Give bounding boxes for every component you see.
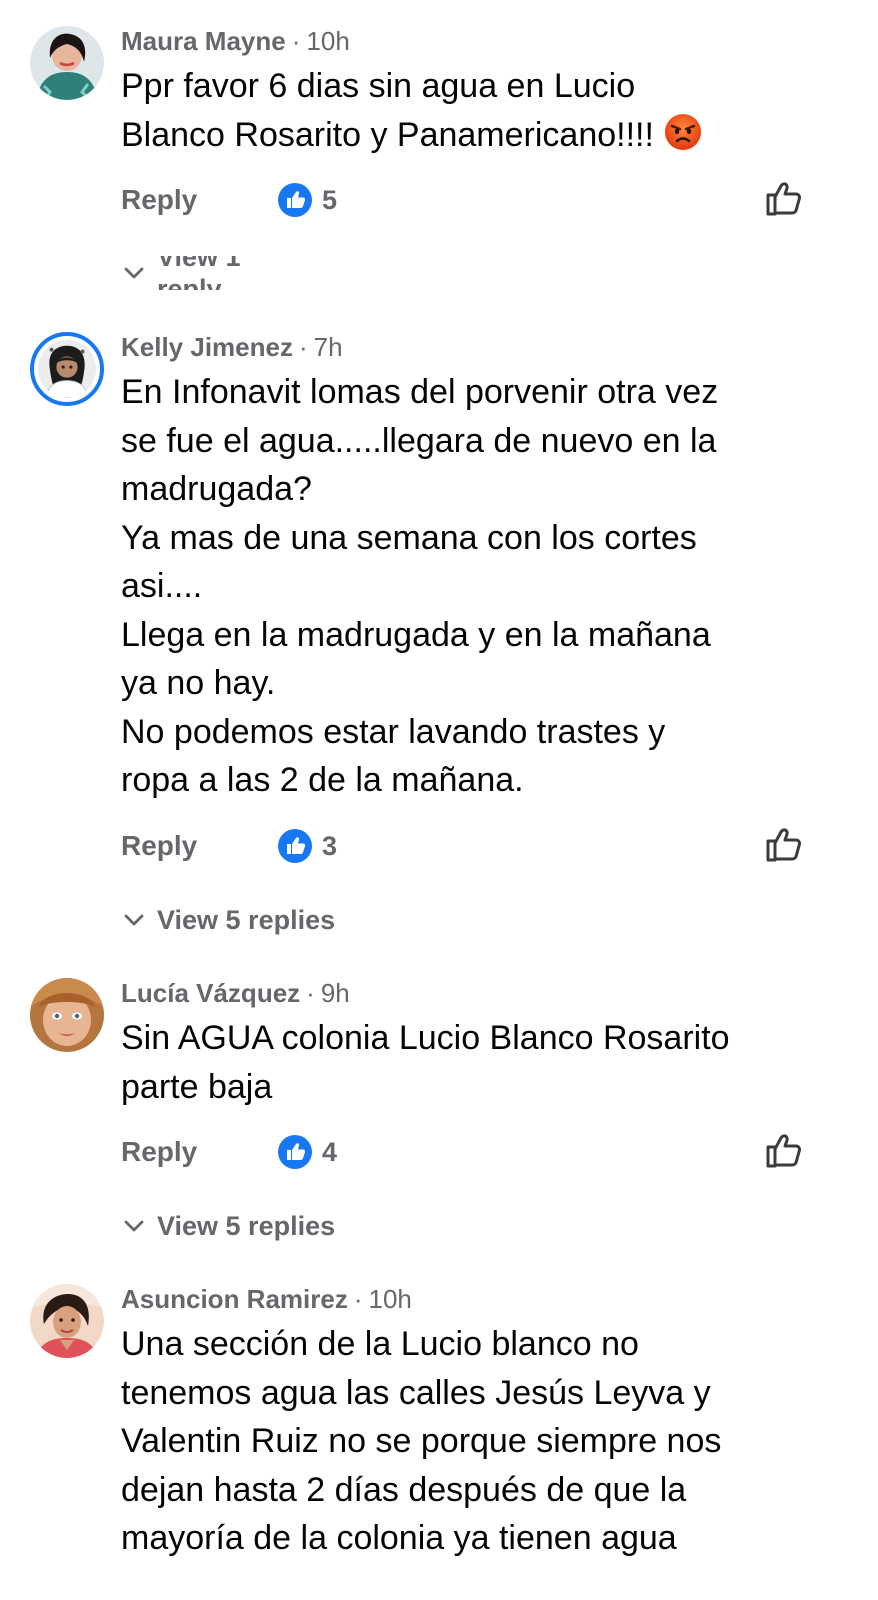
author-name[interactable]: Asuncion Ramirez bbox=[121, 1284, 348, 1314]
comment-line: dejan hasta 2 días después de que la bbox=[121, 1470, 687, 1509]
comment-actions: Reply 5 bbox=[0, 180, 878, 220]
comment-header: Asuncion Ramirez · 10h bbox=[121, 1284, 412, 1314]
timestamp[interactable]: 9h bbox=[321, 978, 350, 1008]
comment-line: Blanco Rosarito y Panamericano!!!! bbox=[121, 115, 654, 154]
thumbs-up-outline-icon[interactable] bbox=[764, 178, 804, 218]
view-replies-label: View 5 replies bbox=[157, 1211, 336, 1241]
comment-line: Sin AGUA colonia Lucio Blanco Rosarito bbox=[121, 1019, 730, 1057]
angry-face-emoji-icon bbox=[663, 112, 703, 152]
chevron-down-icon bbox=[121, 1213, 147, 1239]
comment-header: Lucía Vázquez · 9h bbox=[121, 978, 350, 1008]
meta-separator: · bbox=[306, 978, 315, 1008]
comment-actions: Reply 4 bbox=[0, 1132, 878, 1172]
view-replies-link[interactable]: View 5 replies bbox=[121, 1210, 335, 1242]
timestamp[interactable]: 10h bbox=[369, 1284, 412, 1314]
comment-line: Una sección de la Lucio blanco no bbox=[121, 1325, 639, 1363]
avatar-image bbox=[38, 340, 96, 398]
chevron-down-icon bbox=[121, 260, 147, 286]
reaction-count: 4 bbox=[322, 1136, 338, 1167]
author-name[interactable]: Maura Mayne bbox=[121, 26, 286, 56]
comment-line: madrugada? bbox=[121, 470, 312, 508]
like-reaction-icon bbox=[277, 182, 313, 218]
comment-header: Kelly Jimenez · 7h bbox=[121, 332, 343, 362]
like-reaction-icon bbox=[277, 1134, 313, 1170]
view-replies-label: View 5 replies bbox=[157, 905, 336, 935]
thumbs-up-outline-icon[interactable] bbox=[764, 824, 804, 864]
comment-text: Sin AGUA colonia Lucio Blanco Rosarito p… bbox=[121, 1014, 841, 1111]
comment-header: Maura Mayne · 10h bbox=[121, 26, 350, 56]
reaction-summary[interactable]: 4 bbox=[277, 1132, 337, 1172]
comment-line: En Infonavit lomas del porvenir otra vez bbox=[121, 373, 719, 411]
comment-line: se fue el agua.....llegara de nuevo en l… bbox=[121, 421, 717, 460]
comment-actions: Reply 3 bbox=[0, 826, 878, 866]
meta-separator: · bbox=[298, 332, 308, 362]
comment-line: mayoría de la colonia ya tienen agua bbox=[121, 1519, 677, 1557]
view-replies-label: View 1 reply bbox=[157, 256, 241, 290]
comment-line: ya no hay. bbox=[121, 664, 276, 702]
timestamp[interactable]: 10h bbox=[306, 26, 349, 56]
author-name[interactable]: Lucía Vázquez bbox=[121, 978, 300, 1008]
comment-line: No podemos estar lavando trastes y bbox=[121, 712, 666, 751]
meta-separator: · bbox=[353, 1284, 363, 1314]
view-replies-link[interactable]: View 1 reply bbox=[121, 256, 277, 290]
comment-line: Ppr favor 6 dias sin agua en Lucio bbox=[121, 67, 636, 105]
reply-button[interactable]: Reply bbox=[121, 1132, 197, 1172]
avatar[interactable] bbox=[30, 332, 104, 406]
view-replies-link[interactable]: View 5 replies bbox=[121, 904, 335, 936]
comment-line: asi.... bbox=[121, 567, 203, 605]
comment-line: ropa a las 2 de la mañana. bbox=[121, 761, 524, 799]
reaction-count: 3 bbox=[322, 830, 338, 861]
reaction-count: 5 bbox=[322, 184, 338, 215]
avatar-image bbox=[30, 978, 104, 1052]
chevron-down-icon bbox=[121, 907, 147, 933]
meta-separator: · bbox=[291, 26, 301, 56]
reaction-summary[interactable]: 5 bbox=[277, 180, 337, 220]
comment-line: Valentin Ruiz no se porque siempre nos bbox=[121, 1422, 722, 1460]
comment-line: Llega en la madrugada y en la mañana bbox=[121, 615, 711, 654]
comment-line: tenemos agua las calles Jesús Leyva y bbox=[121, 1373, 711, 1412]
reply-button[interactable]: Reply bbox=[121, 180, 197, 220]
author-name[interactable]: Kelly Jimenez bbox=[121, 332, 293, 362]
avatar-image bbox=[30, 26, 104, 100]
comment-line-with-emoji: Blanco Rosarito y Panamericano!!!! bbox=[121, 111, 841, 160]
thumbs-up-outline-icon[interactable] bbox=[764, 1130, 804, 1170]
comment-text: En Infonavit lomas del porvenir otra vez… bbox=[121, 368, 841, 805]
reaction-summary[interactable]: 3 bbox=[277, 826, 337, 866]
reply-button[interactable]: Reply bbox=[121, 826, 197, 866]
avatar[interactable] bbox=[30, 26, 104, 100]
comment-line: Ya mas de una semana con los cortes bbox=[121, 518, 697, 557]
comment-line: parte baja bbox=[121, 1067, 273, 1106]
avatar-image bbox=[30, 1284, 104, 1358]
avatar[interactable] bbox=[30, 1284, 104, 1358]
like-reaction-icon bbox=[277, 828, 313, 864]
comment-text: Una sección de la Lucio blanco no tenemo… bbox=[121, 1320, 841, 1563]
comment-text: Ppr favor 6 dias sin agua en Lucio Blanc… bbox=[121, 62, 841, 159]
avatar[interactable] bbox=[30, 978, 104, 1052]
timestamp[interactable]: 7h bbox=[314, 332, 343, 362]
